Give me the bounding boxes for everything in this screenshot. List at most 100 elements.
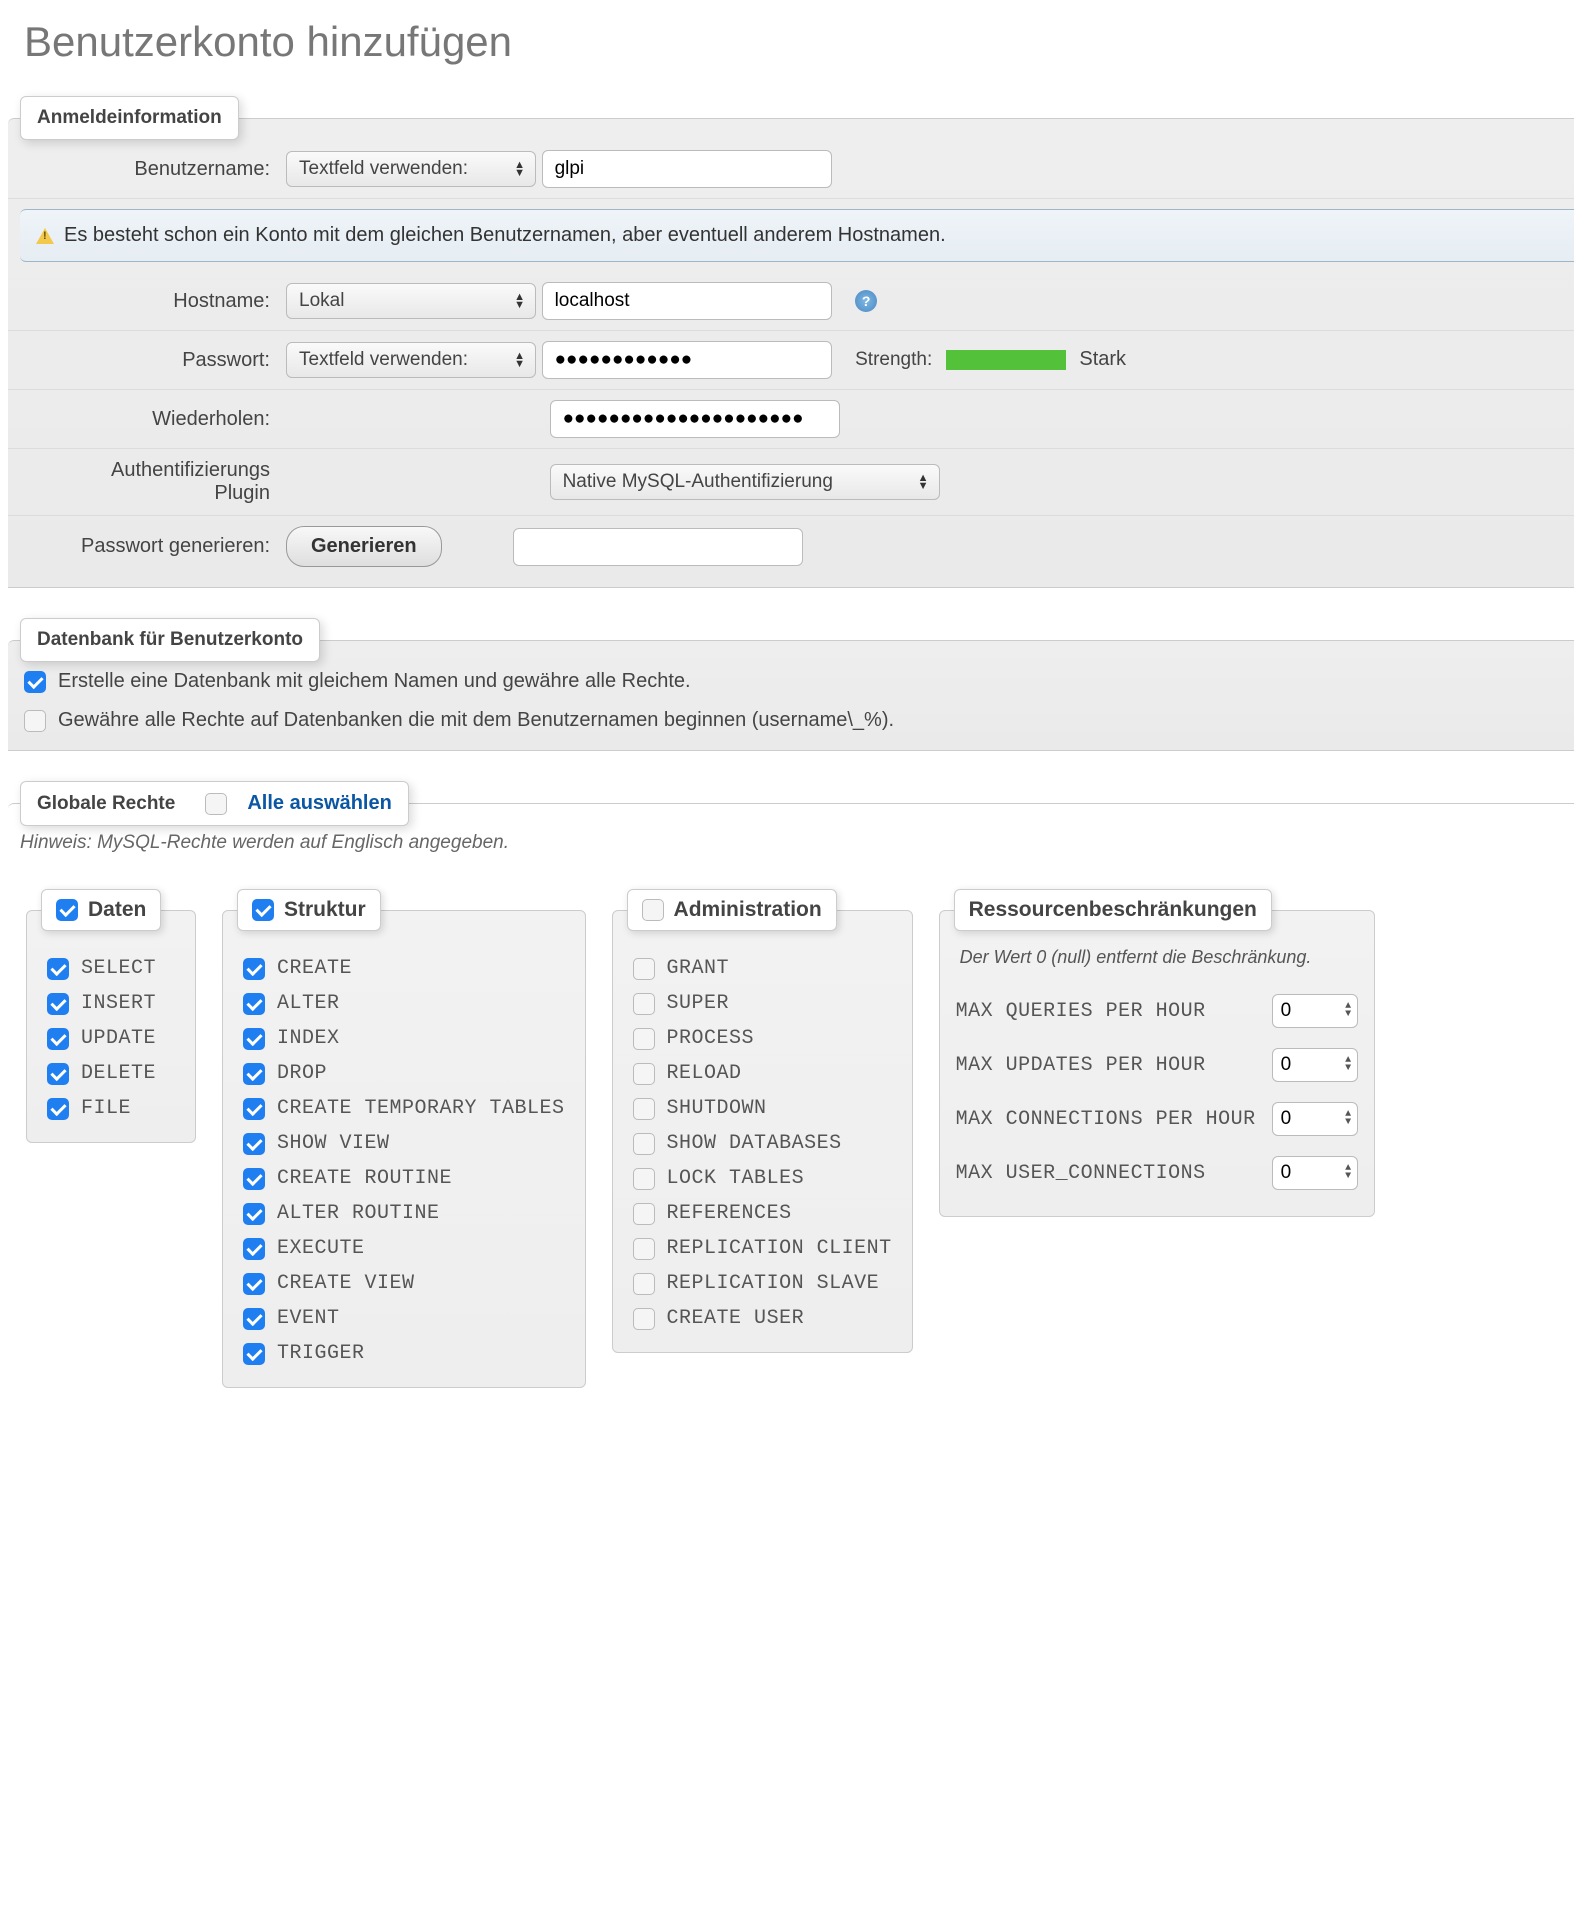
password-input[interactable]: [542, 341, 832, 379]
priv-item-label: DROP: [277, 1062, 327, 1085]
user-db-fieldset: Datenbank für Benutzerkonto Erstelle ein…: [8, 618, 1574, 751]
admin-priv-checkbox-0[interactable]: [633, 958, 655, 980]
admin-priv-checkbox-3[interactable]: [633, 1063, 655, 1085]
structure-priv-checkbox-3[interactable]: [243, 1063, 265, 1085]
priv-item: EXECUTE: [239, 1231, 569, 1266]
structure-priv-checkbox-11[interactable]: [243, 1343, 265, 1365]
admin-priv-checkbox-10[interactable]: [633, 1308, 655, 1330]
admin-priv-checkbox-1[interactable]: [633, 993, 655, 1015]
username-input[interactable]: [542, 150, 832, 188]
structure-priv-checkbox-2[interactable]: [243, 1028, 265, 1050]
auth-plugin-select[interactable]: Native MySQL-Authentifizierung ▲▼: [550, 464, 940, 500]
structure-priv-checkbox-10[interactable]: [243, 1308, 265, 1330]
data-group: DatenSELECTINSERTUPDATEDELETEFILE: [26, 910, 196, 1143]
priv-item-label: INDEX: [277, 1027, 340, 1050]
generated-password-input[interactable]: [513, 528, 803, 566]
structure-priv-checkbox-8[interactable]: [243, 1238, 265, 1260]
help-icon[interactable]: ?: [855, 290, 877, 312]
priv-item-label: REFERENCES: [667, 1202, 792, 1225]
data-priv-checkbox-3[interactable]: [47, 1063, 69, 1085]
admin-group-checkbox[interactable]: [642, 899, 664, 921]
generate-label: Passwort generieren:: [8, 516, 278, 578]
admin-priv-checkbox-6[interactable]: [633, 1168, 655, 1190]
hostname-select[interactable]: Lokal ▲▼: [286, 283, 536, 319]
structure-priv-checkbox-4[interactable]: [243, 1098, 265, 1120]
resource-limit-row: MAX QUERIES PER HOUR▲▼: [956, 984, 1358, 1038]
priv-item-label: CREATE TEMPORARY TABLES: [277, 1097, 565, 1120]
structure-priv-checkbox-1[interactable]: [243, 993, 265, 1015]
resource-limit-label: MAX UPDATES PER HOUR: [956, 1054, 1206, 1077]
priv-item: SUPER: [629, 986, 896, 1021]
structure-group-legend: Struktur: [237, 889, 381, 931]
rights-note: Hinweis: MySQL-Rechte werden auf Englisc…: [8, 826, 1574, 880]
grant-wildcard-checkbox[interactable]: [24, 710, 46, 732]
priv-item-label: UPDATE: [81, 1027, 156, 1050]
retype-input[interactable]: [550, 400, 840, 438]
priv-item: REPLICATION SLAVE: [629, 1266, 896, 1301]
priv-item: REFERENCES: [629, 1196, 896, 1231]
structure-priv-checkbox-7[interactable]: [243, 1203, 265, 1225]
create-same-db-checkbox[interactable]: [24, 671, 46, 693]
login-info-fieldset: Anmeldeinformation Benutzername: Textfel…: [8, 96, 1574, 588]
admin-priv-checkbox-4[interactable]: [633, 1098, 655, 1120]
structure-priv-checkbox-9[interactable]: [243, 1273, 265, 1295]
priv-item: LOCK TABLES: [629, 1161, 896, 1196]
admin-priv-checkbox-5[interactable]: [633, 1133, 655, 1155]
priv-item-label: CREATE USER: [667, 1307, 805, 1330]
username-select[interactable]: Textfeld verwenden: ▲▼: [286, 151, 536, 187]
priv-item: TRIGGER: [239, 1336, 569, 1371]
hostname-label: Hostname:: [8, 272, 278, 331]
priv-item: ALTER: [239, 986, 569, 1021]
priv-item: UPDATE: [43, 1021, 179, 1056]
structure-group-title: Struktur: [284, 898, 366, 922]
data-group-legend: Daten: [41, 889, 161, 931]
stepper-arrows-icon[interactable]: ▲▼: [1345, 1111, 1352, 1127]
priv-item: SELECT: [43, 951, 179, 986]
hostname-input[interactable]: [542, 282, 832, 320]
select-all-checkbox[interactable]: [205, 793, 227, 815]
resource-limit-label: MAX USER_CONNECTIONS: [956, 1162, 1206, 1185]
select-all-link[interactable]: Alle auswählen: [247, 792, 392, 815]
retype-label: Wiederholen:: [8, 390, 278, 449]
stepper-arrows-icon[interactable]: ▲▼: [1345, 1165, 1352, 1181]
login-info-legend: Anmeldeinformation: [20, 96, 239, 140]
structure-priv-checkbox-6[interactable]: [243, 1168, 265, 1190]
stepper-arrows-icon[interactable]: ▲▼: [1345, 1057, 1352, 1073]
admin-priv-checkbox-2[interactable]: [633, 1028, 655, 1050]
priv-item-label: REPLICATION SLAVE: [667, 1272, 880, 1295]
select-arrows-icon: ▲▼: [514, 161, 525, 177]
data-priv-checkbox-2[interactable]: [47, 1028, 69, 1050]
priv-item: CREATE USER: [629, 1301, 896, 1336]
priv-item: DROP: [239, 1056, 569, 1091]
structure-priv-checkbox-0[interactable]: [243, 958, 265, 980]
select-arrows-icon: ▲▼: [514, 352, 525, 368]
admin-priv-checkbox-8[interactable]: [633, 1238, 655, 1260]
strength-bar: [946, 350, 1066, 370]
strength-text: Stark: [1079, 348, 1126, 370]
select-arrows-icon: ▲▼: [918, 474, 929, 490]
priv-item-label: SHOW VIEW: [277, 1132, 390, 1155]
global-rights-legend: Globale Rechte Alle auswählen: [20, 781, 409, 826]
admin-priv-checkbox-9[interactable]: [633, 1273, 655, 1295]
priv-item-label: SHOW DATABASES: [667, 1132, 842, 1155]
password-select[interactable]: Textfeld verwenden: ▲▼: [286, 342, 536, 378]
stepper-arrows-icon[interactable]: ▲▼: [1345, 1003, 1352, 1019]
admin-priv-checkbox-7[interactable]: [633, 1203, 655, 1225]
structure-group-checkbox[interactable]: [252, 899, 274, 921]
generate-button[interactable]: Generieren: [286, 526, 442, 567]
priv-item-label: GRANT: [667, 957, 730, 980]
priv-item: SHUTDOWN: [629, 1091, 896, 1126]
resource-limit-note: Der Wert 0 (null) entfernt die Beschränk…: [956, 931, 1358, 984]
priv-item: DELETE: [43, 1056, 179, 1091]
structure-priv-checkbox-5[interactable]: [243, 1133, 265, 1155]
data-priv-checkbox-4[interactable]: [47, 1098, 69, 1120]
priv-item: SHOW VIEW: [239, 1126, 569, 1161]
auth-plugin-label: Authentifizierungs Plugin: [8, 449, 278, 516]
data-group-checkbox[interactable]: [56, 899, 78, 921]
global-rights-fieldset: Globale Rechte Alle auswählen Hinweis: M…: [8, 781, 1574, 1440]
resource-limit-row: MAX UPDATES PER HOUR ▲▼: [956, 1038, 1358, 1092]
data-priv-checkbox-1[interactable]: [47, 993, 69, 1015]
admin-group-legend: Administration: [627, 889, 837, 931]
data-priv-checkbox-0[interactable]: [47, 958, 69, 980]
priv-item-label: FILE: [81, 1097, 131, 1120]
